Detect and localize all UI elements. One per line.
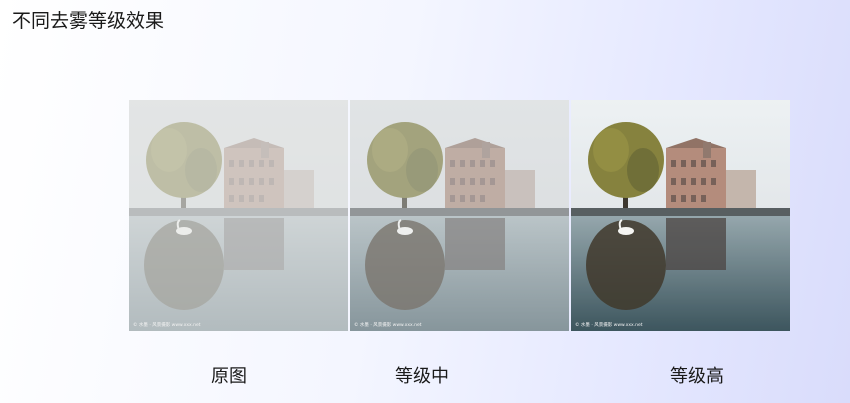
watermark-text: © 水墨 · 风景摄影 www.xxx.net [354, 321, 422, 328]
slide-title: 不同去雾等级效果 [12, 10, 165, 32]
scene-level-high: © 水墨 · 风景摄影 www.xxx.net [571, 100, 790, 331]
caption-level-high: 等级高 [670, 366, 724, 387]
image-level-medium: © 水墨 · 风景摄影 www.xxx.net [350, 100, 569, 331]
watermark-text: © 水墨 · 风景摄影 www.xxx.net [133, 321, 201, 328]
image-level-high: © 水墨 · 风景摄影 www.xxx.net [571, 100, 790, 331]
watermark-text: © 水墨 · 风景摄影 www.xxx.net [575, 321, 643, 328]
scene-original: © 水墨 · 风景摄影 www.xxx.net [129, 100, 348, 331]
image-original: © 水墨 · 风景摄影 www.xxx.net [129, 100, 348, 331]
scene-level-medium: © 水墨 · 风景摄影 www.xxx.net [350, 100, 569, 331]
caption-original: 原图 [211, 366, 247, 387]
caption-level-medium: 等级中 [395, 366, 449, 387]
